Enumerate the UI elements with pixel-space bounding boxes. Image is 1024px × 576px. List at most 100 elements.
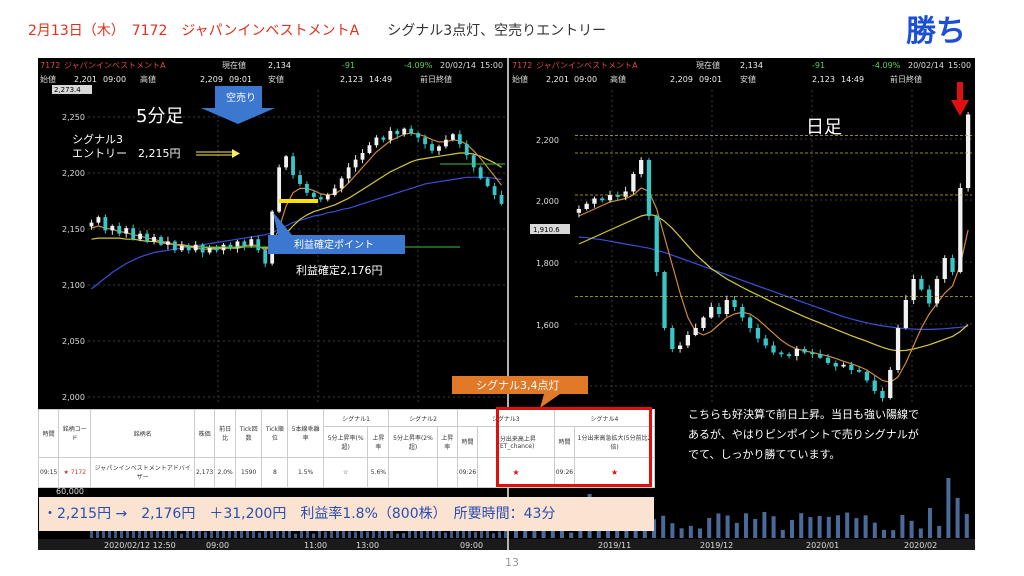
candle-up [576, 209, 582, 213]
candle-down [311, 192, 316, 198]
volume-bar [698, 528, 702, 538]
left-y-tick: 2,150 [62, 225, 85, 234]
candle-down [478, 167, 483, 179]
candle-up [152, 237, 156, 242]
cell [388, 456, 438, 489]
candle-down [872, 380, 877, 391]
take-profit-value: 利益確定2,176円 [296, 263, 383, 277]
candle-down [103, 217, 108, 231]
volume-bar [909, 520, 914, 538]
candle-down [214, 248, 219, 251]
candle-up [221, 244, 226, 251]
volume-bar [120, 530, 123, 538]
left-change: -91 [342, 61, 355, 70]
th-sub: 時間 [456, 426, 479, 458]
candle-up [110, 225, 115, 231]
right-low-label: 安値 [740, 74, 756, 84]
right-x-label: 2019/11 [598, 541, 631, 550]
volume-bar [294, 533, 297, 538]
volume-bar [836, 515, 840, 538]
candle-down [117, 225, 122, 234]
right-x-label: 2020/01 [806, 541, 839, 550]
th-signal: シグナル1 [322, 408, 390, 428]
candle-up [332, 188, 337, 195]
volume-bar [725, 515, 730, 538]
signal-label: シグナル3 [72, 132, 123, 146]
th-sub: 上昇率 [436, 426, 458, 458]
left-time: 15:00 [480, 61, 503, 70]
cell: 2,173 [194, 456, 216, 489]
candle-up [138, 233, 143, 240]
left-top-price: 2,273.4 [54, 86, 81, 94]
candle-down [145, 233, 149, 242]
volume-bar [845, 512, 850, 538]
left-chart-title: 5分足 [136, 106, 183, 127]
candle-up [444, 139, 448, 147]
right-pct: -4.09% [872, 61, 901, 70]
candle-up [89, 222, 94, 227]
candle-up [888, 370, 893, 398]
volume-bar [569, 532, 574, 538]
right-date: 20/02/14 [908, 61, 944, 70]
volume-bar [872, 522, 877, 538]
right-x-label: 2019/12 [700, 541, 733, 550]
candle-down [381, 137, 386, 140]
right-open-label: 始値 [512, 74, 528, 84]
left-current-label: 現在値 [222, 60, 246, 70]
left-y-tick: 2,100 [62, 281, 85, 290]
comment-line: でて、しっかり勝てています。 [688, 447, 840, 461]
th-sub: 5分上昇率(%超) [322, 426, 369, 458]
left-volume-label: 60,000 [56, 487, 84, 496]
sell-label: 空売り [226, 91, 256, 104]
th-sub: 5分上昇率(2%超) [388, 426, 438, 458]
candle-down [256, 239, 261, 251]
th: 5本線乖離率 [287, 409, 324, 458]
candle-down [810, 352, 815, 355]
right-high: 2,209 [670, 75, 693, 84]
candle-up [631, 174, 636, 192]
volume-bar [450, 530, 453, 538]
volume-bar [808, 517, 813, 538]
volume-bar [282, 530, 285, 538]
entry-label: エントリー 2,215円 [72, 147, 181, 160]
cell-code: ★ 7172 [58, 456, 92, 489]
left-high: 2,209 [200, 75, 223, 84]
cell: ☆ [322, 456, 369, 489]
page-number: 13 [505, 556, 519, 569]
left-prev-label: 前日終値 [420, 74, 452, 84]
volume-bar [799, 513, 804, 538]
left-y-tick: 2,000 [62, 393, 85, 402]
candle-down [880, 391, 885, 398]
right-chart-title: 日足 [806, 117, 842, 138]
candle-up [639, 160, 644, 174]
right-x-label: 2020/02 [904, 541, 937, 550]
volume-bar [753, 519, 758, 538]
candle-up [374, 137, 379, 146]
volume-bar [492, 533, 495, 538]
candle-down [732, 300, 737, 307]
th: 前日比 [214, 409, 237, 458]
volume-bar [642, 530, 647, 538]
candle-up [677, 345, 683, 349]
volume-bar [606, 530, 610, 538]
left-x-label: 2020/02/12 12:50 [104, 541, 176, 550]
candle-up [325, 195, 330, 200]
volume-bar [780, 529, 785, 538]
candle-up [346, 167, 351, 179]
candle-up [367, 145, 372, 153]
candle-down [763, 338, 768, 346]
volume-bar [826, 516, 831, 538]
take-profit-label: 利益確定ポイント [294, 238, 374, 251]
right-open: 2,201 [546, 75, 569, 84]
left-x-label: 11:00 [304, 541, 327, 550]
left-low-label: 安値 [268, 74, 284, 84]
th-signal: シグナル2 [388, 408, 458, 428]
volume-bar [882, 529, 886, 538]
candle-up [623, 191, 628, 197]
volume-bar [762, 511, 767, 538]
volume-bar [688, 525, 693, 538]
right-open-time: 09:00 [574, 75, 597, 84]
left-high-time: 09:01 [229, 75, 252, 84]
candle-up [903, 300, 908, 328]
left-code: 7172 [40, 61, 60, 70]
